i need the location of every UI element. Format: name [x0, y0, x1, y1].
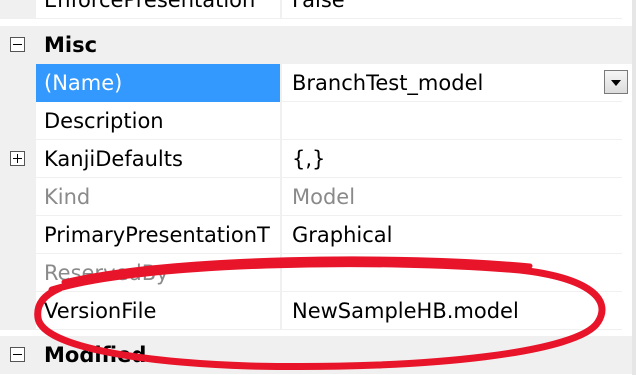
- property-name: (Name): [36, 64, 280, 102]
- property-row-enforce-presentation[interactable]: EnforcePresentation False: [0, 0, 636, 19]
- property-name: PrimaryPresentationT: [36, 216, 280, 254]
- category-label: Misc: [44, 33, 98, 57]
- property-value[interactable]: {,}: [282, 140, 622, 178]
- property-row-version-file[interactable]: VersionFile NewSampleHB.model: [0, 292, 636, 330]
- dropdown-arrow-icon[interactable]: [604, 70, 628, 94]
- property-row-kind[interactable]: Kind Model: [0, 178, 636, 216]
- property-row-kanji-defaults[interactable]: KanjiDefaults {,}: [0, 140, 636, 178]
- category-label: Modified: [44, 343, 147, 367]
- property-row-name[interactable]: (Name) BranchTest_model: [0, 64, 636, 102]
- expand-plus-icon[interactable]: [10, 151, 25, 166]
- property-name: EnforcePresentation: [36, 0, 280, 19]
- property-name: KanjiDefaults: [36, 140, 280, 178]
- category-modified[interactable]: Modified: [0, 336, 636, 374]
- property-grid: EnforcePresentation False Misc (Name) Br…: [0, 0, 636, 375]
- property-value[interactable]: [282, 102, 622, 140]
- property-value: Model: [282, 178, 622, 216]
- property-name: ReservedBy: [36, 254, 280, 292]
- collapse-minus-icon[interactable]: [10, 347, 25, 362]
- property-name: Kind: [36, 178, 280, 216]
- property-value[interactable]: NewSampleHB.model: [282, 292, 622, 330]
- property-row-reserved-by[interactable]: ReservedBy: [0, 254, 636, 292]
- property-value-input[interactable]: BranchTest_model: [282, 64, 622, 102]
- property-row-primary-presentation[interactable]: PrimaryPresentationT Graphical: [0, 216, 636, 254]
- property-name: VersionFile: [36, 292, 280, 330]
- property-value[interactable]: Graphical: [282, 216, 622, 254]
- property-name: Description: [36, 102, 280, 140]
- collapse-minus-icon[interactable]: [10, 37, 25, 52]
- property-value: [282, 254, 622, 292]
- category-misc[interactable]: Misc: [0, 26, 636, 64]
- scrollbar-edge[interactable]: [632, 0, 636, 375]
- property-row-description[interactable]: Description: [0, 102, 636, 140]
- property-value[interactable]: False: [282, 0, 622, 19]
